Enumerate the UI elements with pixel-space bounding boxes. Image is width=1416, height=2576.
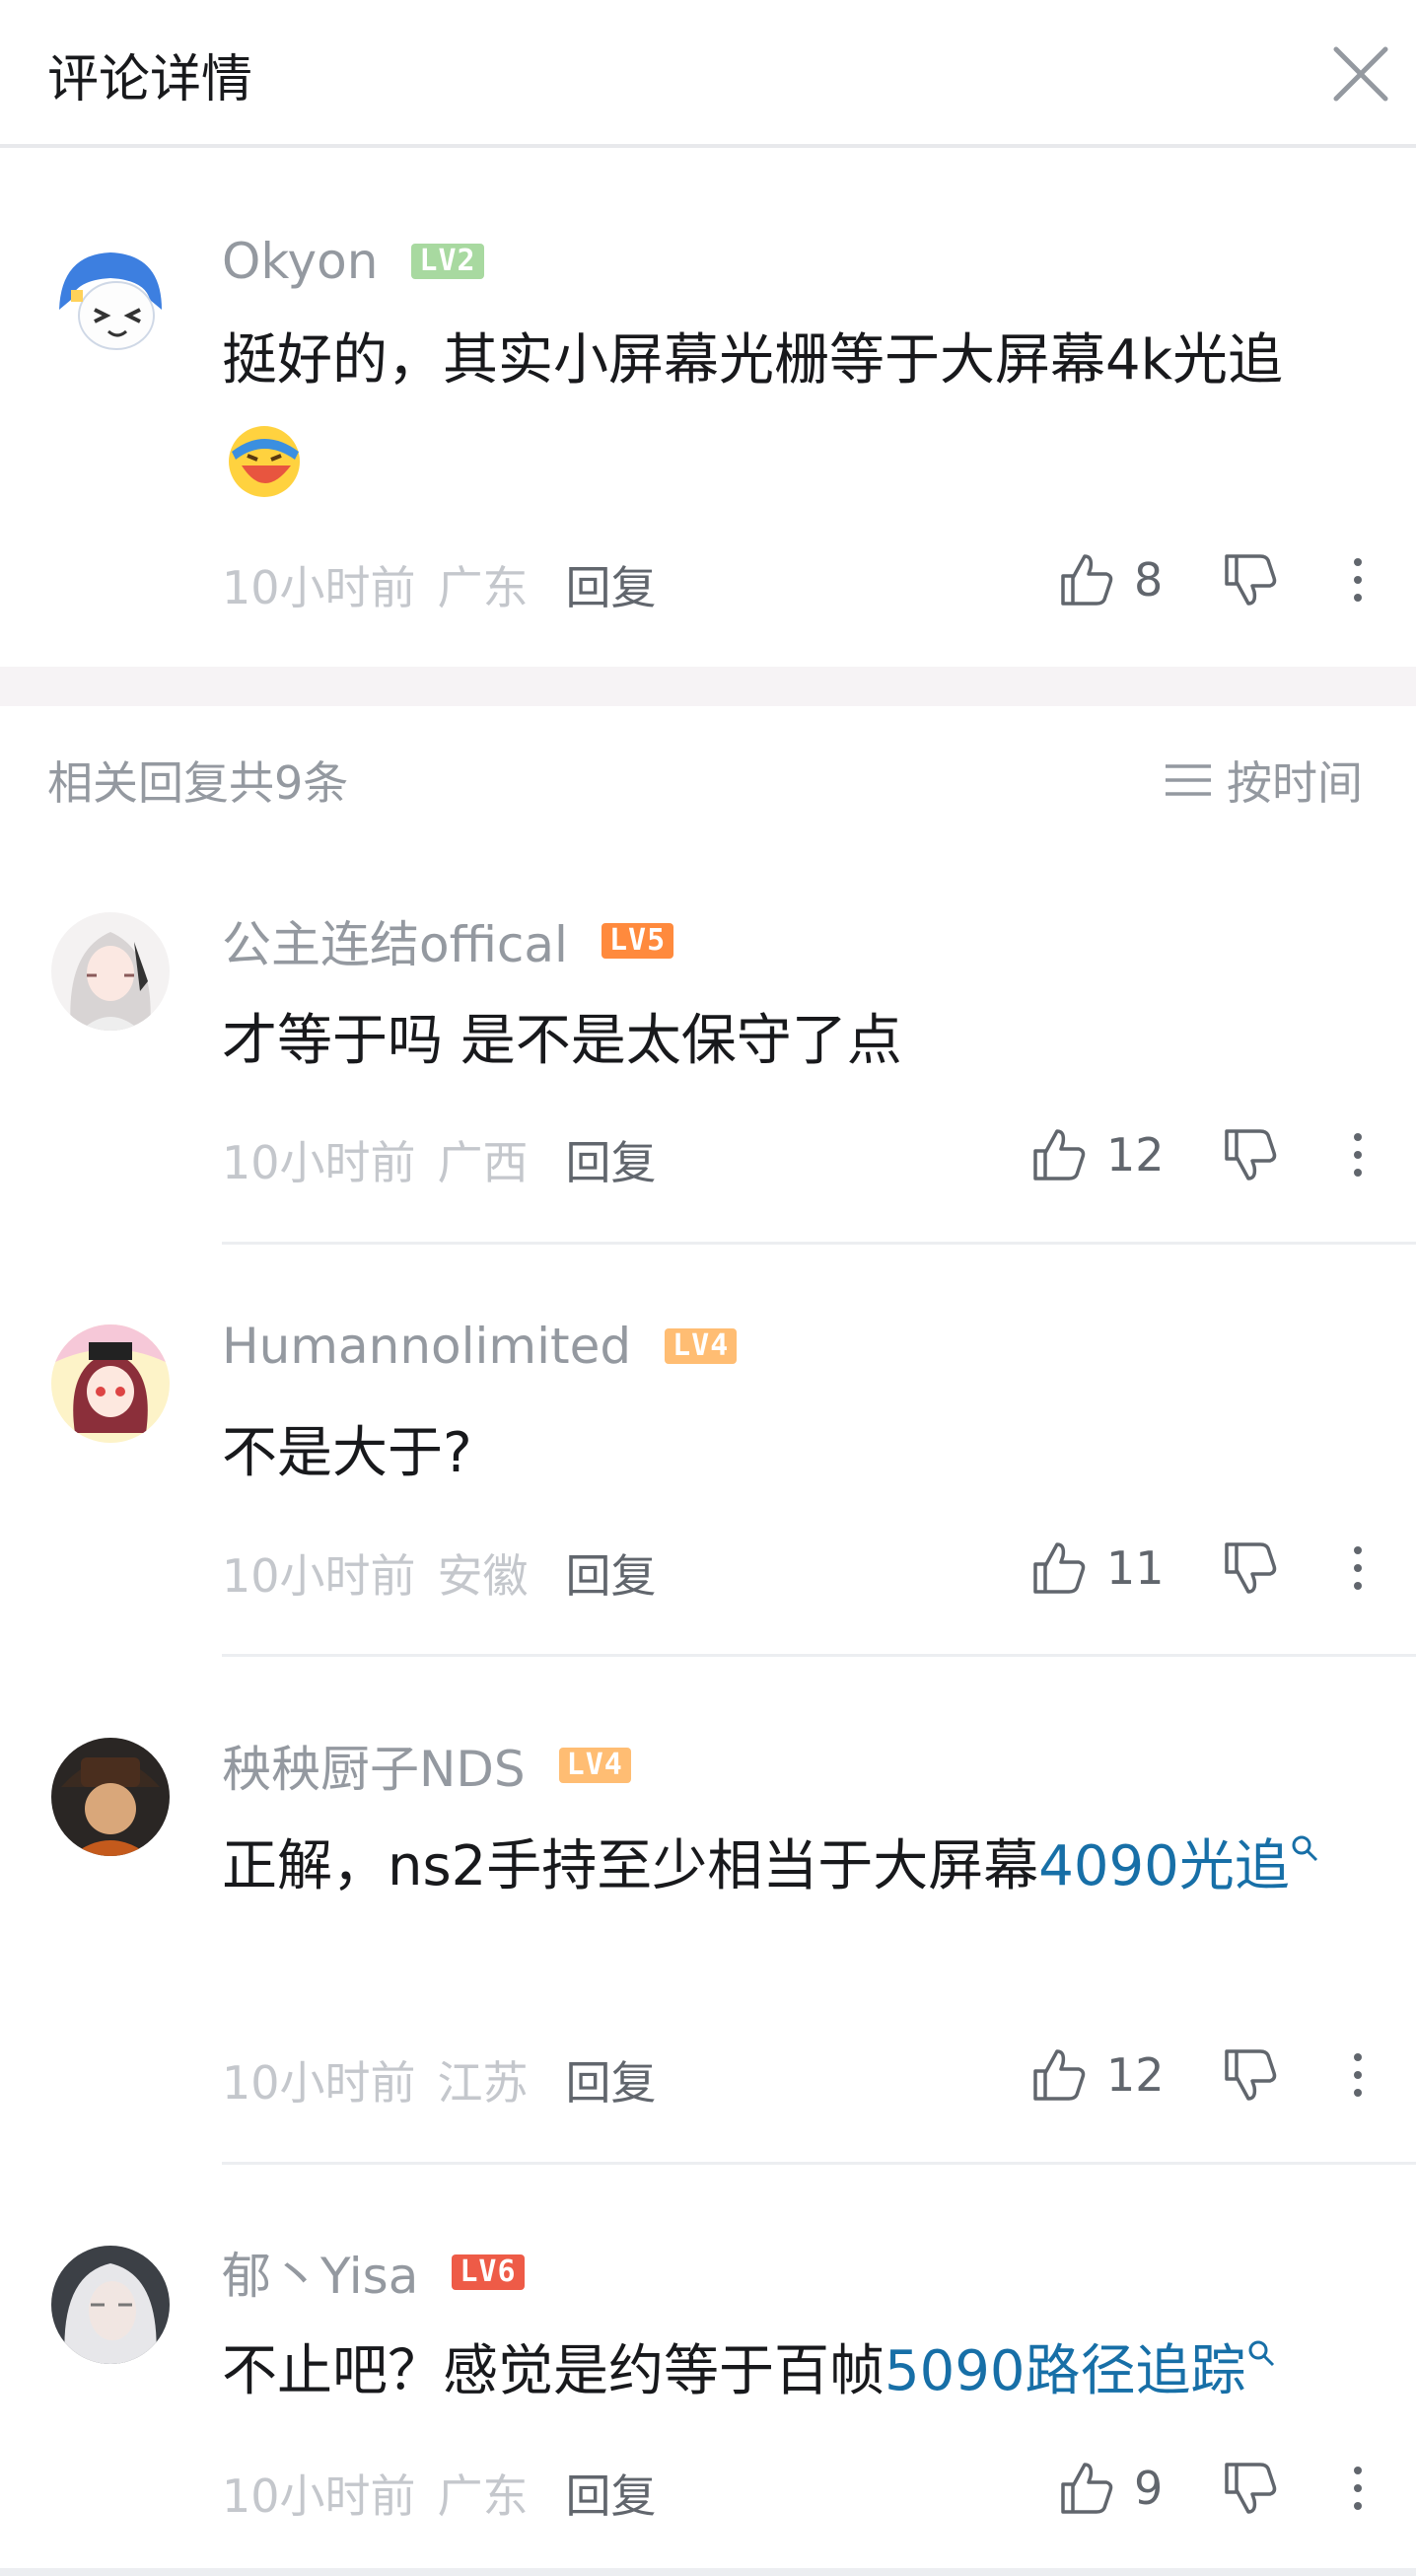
thumbs-down-icon[interactable] <box>1221 1125 1280 1184</box>
level-badge: LV6 <box>452 2254 525 2290</box>
comment-text-content: 正解，ns2手持至少相当于大屏幕 <box>222 1834 1039 1898</box>
level-badge: LV4 <box>558 1748 631 1783</box>
search-icon <box>1248 2340 1274 2367</box>
comment-text: 不止吧？感觉是约等于百帧5090路径追踪 <box>222 2325 1376 2419</box>
list-sort-icon <box>1166 764 1211 796</box>
laughing-emoji-icon <box>229 425 300 497</box>
thumbs-down-icon[interactable] <box>1221 2459 1280 2518</box>
sort-label: 按时间 <box>1227 756 1363 810</box>
thumbs-up-icon <box>1033 1542 1086 1594</box>
username-text[interactable]: 郁丶Yisa <box>222 2237 418 2308</box>
comment-text: 才等于吗 是不是太保守了点 <box>222 994 1376 1089</box>
username-text[interactable]: 秧秧厨子NDS <box>222 1730 526 1801</box>
level-badge: LV5 <box>601 923 674 959</box>
close-icon[interactable] <box>1326 39 1395 108</box>
username-text[interactable]: Humannolimited <box>222 1318 631 1375</box>
thumbs-down-icon[interactable] <box>1221 2045 1280 2105</box>
username[interactable]: 郁丶Yisa LV6 <box>222 2237 525 2308</box>
comment-text-content: 不止吧？感觉是约等于百帧 <box>222 2339 885 2403</box>
reply-button[interactable]: 回复 <box>566 561 657 614</box>
avatar[interactable] <box>51 1738 170 1856</box>
thumbs-up-icon <box>1033 2049 1086 2101</box>
username[interactable]: Okyon LV2 <box>222 233 484 290</box>
like-button[interactable]: 9 <box>1057 2459 1163 2518</box>
more-options-icon[interactable] <box>1343 550 1373 609</box>
timestamp: 10小时前 <box>222 1549 416 1603</box>
like-button[interactable]: 12 <box>1029 1125 1165 1184</box>
more-options-icon[interactable] <box>1343 1538 1373 1598</box>
comment-meta: 10小时前 广东 回复 <box>222 2461 657 2526</box>
comment-meta: 10小时前 安徽 回复 <box>222 1540 657 1606</box>
search-icon <box>1292 1835 1317 1862</box>
section-separator <box>0 667 1416 706</box>
location: 广东 <box>437 2469 529 2523</box>
comment-meta: 10小时前 江苏 回复 <box>222 2047 657 2112</box>
divider <box>222 1654 1416 1657</box>
thumbs-up-icon <box>1061 554 1113 606</box>
search-keyword-link[interactable]: 4090光追 <box>1038 1834 1290 1898</box>
username-text[interactable]: Okyon <box>222 233 378 290</box>
like-count: 9 <box>1134 2462 1164 2515</box>
location: 江苏 <box>437 2056 529 2110</box>
reply-button[interactable]: 回复 <box>566 2469 657 2523</box>
like-button[interactable]: 12 <box>1029 2045 1165 2105</box>
level-badge: LV2 <box>411 244 484 279</box>
avatar[interactable] <box>51 2246 170 2364</box>
comment-text: 正解，ns2手持至少相当于大屏幕4090光追 <box>222 1820 1376 1914</box>
comment-text: 挺好的，其实小屏幕光栅等于大屏幕4k光追 <box>222 314 1376 503</box>
bottom-divider <box>0 2568 1416 2576</box>
avatar[interactable] <box>51 1324 170 1443</box>
thumbs-down-icon[interactable] <box>1221 1538 1280 1598</box>
like-count: 8 <box>1134 553 1164 607</box>
username-text[interactable]: 公主连结offical <box>222 905 568 976</box>
reply-button[interactable]: 回复 <box>566 1136 657 1189</box>
thumbs-down-icon[interactable] <box>1221 550 1280 609</box>
more-options-icon[interactable] <box>1343 1125 1373 1184</box>
timestamp: 10小时前 <box>222 2056 416 2110</box>
reply-button[interactable]: 回复 <box>566 2056 657 2110</box>
comment-text-content: 才等于吗 是不是太保守了点 <box>222 1009 902 1073</box>
header-bar: 评论详情 <box>0 0 1416 148</box>
timestamp: 10小时前 <box>222 2469 416 2523</box>
sort-button[interactable]: 按时间 <box>1164 748 1363 813</box>
avatar[interactable] <box>51 912 170 1031</box>
like-button[interactable]: 11 <box>1029 1538 1165 1598</box>
username[interactable]: Humannolimited LV4 <box>222 1318 738 1375</box>
comment-text-content: 不是大于? <box>222 1421 472 1485</box>
comment-meta: 10小时前 广东 回复 <box>222 552 657 617</box>
comment-meta: 10小时前 广西 回复 <box>222 1127 657 1192</box>
replies-header: 相关回复共9条 按时间 <box>0 730 1416 828</box>
location: 安徽 <box>437 1549 529 1603</box>
like-count: 11 <box>1106 1541 1165 1595</box>
level-badge: LV4 <box>665 1328 738 1364</box>
reply-count: 相关回复共9条 <box>47 756 349 810</box>
divider <box>222 2162 1416 2165</box>
divider <box>222 1242 1416 1245</box>
location: 广西 <box>437 1136 529 1189</box>
page-title: 评论详情 <box>47 50 253 109</box>
timestamp: 10小时前 <box>222 1136 416 1189</box>
search-keyword-link[interactable]: 5090路径追踪 <box>885 2339 1246 2403</box>
username[interactable]: 公主连结offical LV5 <box>222 905 674 976</box>
reply-button[interactable]: 回复 <box>566 1549 657 1603</box>
like-button[interactable]: 8 <box>1057 550 1163 609</box>
username[interactable]: 秧秧厨子NDS LV4 <box>222 1730 631 1801</box>
more-options-icon[interactable] <box>1343 2459 1373 2518</box>
thumbs-up-icon <box>1033 1129 1086 1181</box>
more-options-icon[interactable] <box>1343 2045 1373 2105</box>
comment-text-content: 挺好的，其实小屏幕光栅等于大屏幕4k光追 <box>222 328 1284 393</box>
comment-text: 不是大于? <box>222 1406 1376 1501</box>
location: 广东 <box>437 561 529 614</box>
thumbs-up-icon <box>1061 2463 1113 2514</box>
like-count: 12 <box>1106 2048 1165 2102</box>
timestamp: 10小时前 <box>222 561 416 614</box>
avatar[interactable] <box>51 241 170 359</box>
like-count: 12 <box>1106 1128 1165 1181</box>
